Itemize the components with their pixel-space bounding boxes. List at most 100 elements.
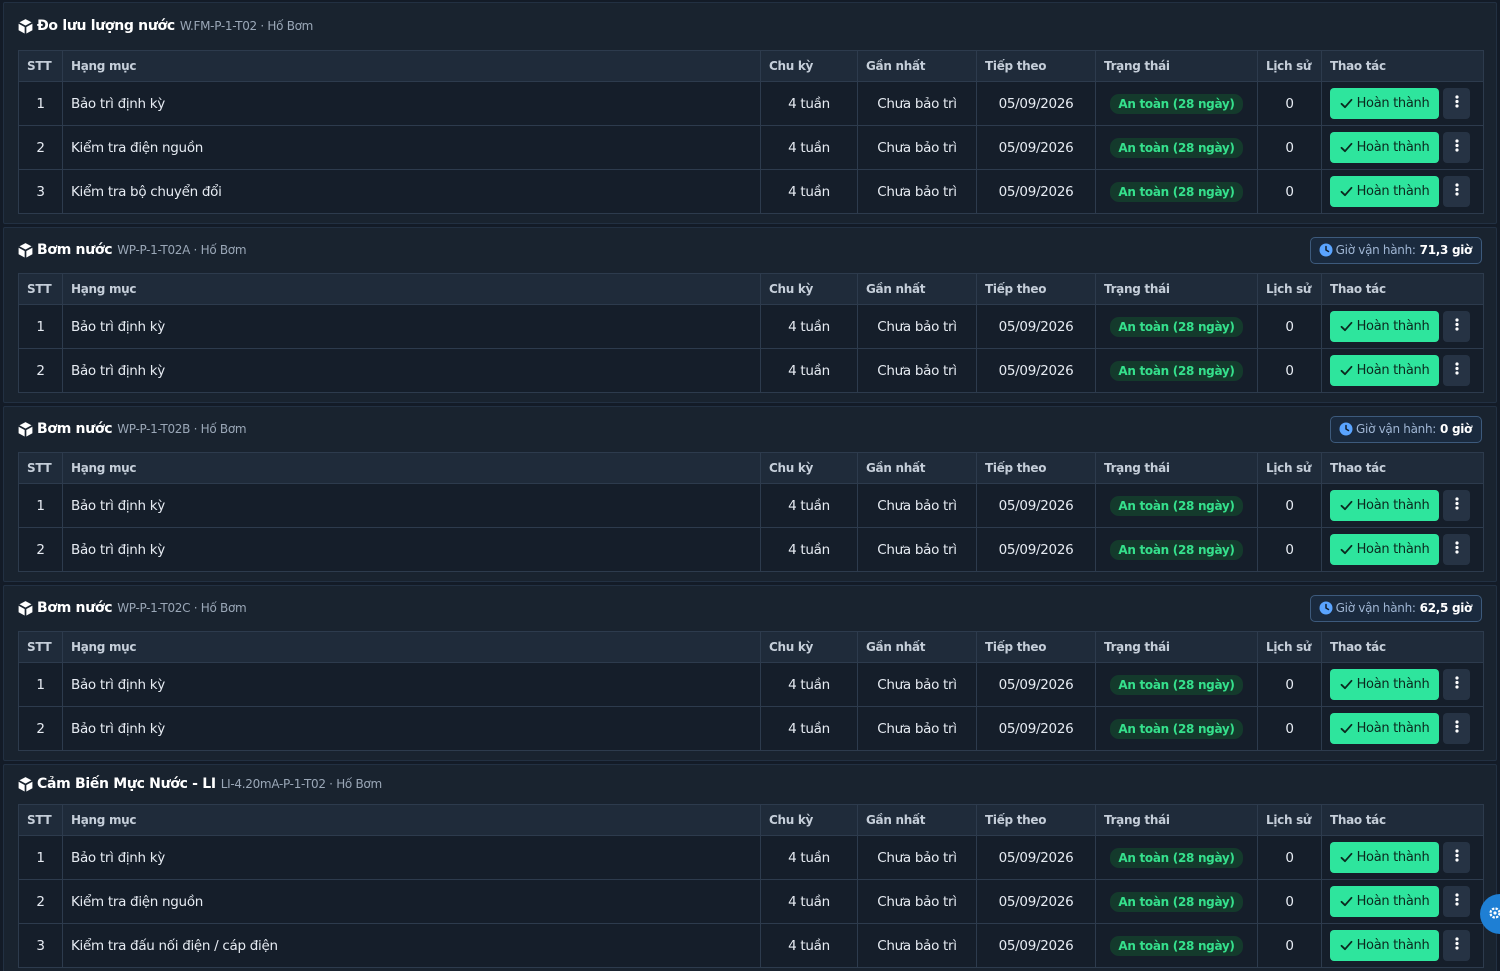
row-actions: Hoàn thành [1321,169,1484,214]
more-options-button[interactable] [1443,311,1470,342]
maintenance-table: STT Hạng mục Chu kỳ Gần nhất Tiếp theo Trạng … [18,273,1484,393]
more-options-button[interactable] [1443,534,1470,565]
col-header-next: Tiếp theo [976,804,1096,836]
section-title: Cảm Biến Mực Nước - LI LI-4.20mA-P-1-T02 … [17,776,382,793]
check-icon [1340,722,1353,735]
more-options-button[interactable] [1443,355,1470,386]
col-header-last: Gần nhất [857,631,977,663]
complete-button[interactable]: Hoàn thành [1330,842,1439,873]
row-next: 05/09/2026 [976,304,1096,349]
col-header-last: Gần nhất [857,50,977,82]
complete-button-label: Hoàn thành [1356,498,1430,513]
more-options-button[interactable] [1443,886,1470,917]
row-status: An toàn (28 ngày) [1095,662,1258,707]
col-header-cycle: Chu kỳ [760,50,858,82]
row-stt: 1 [18,81,63,126]
complete-button-label: Hoàn thành [1356,721,1430,736]
operating-hours-badge: Giờ vận hành: 71,3 giờ [1309,236,1482,264]
row-history: 0 [1257,879,1322,924]
col-header-last: Gần nhất [857,452,977,484]
row-history: 0 [1257,304,1322,349]
row-history: 0 [1257,348,1322,393]
complete-button[interactable]: Hoàn thành [1330,490,1439,521]
row-cycle: 4 tuần [760,879,858,924]
equipment-section: Cảm Biến Mực Nước - LI LI-4.20mA-P-1-T02 … [3,764,1497,971]
complete-button[interactable]: Hoàn thành [1330,176,1439,207]
complete-button[interactable]: Hoàn thành [1330,355,1439,386]
table-row: 3 Kiểm tra bộ chuyển đổi 4 tuần Chưa bảo tr… [18,169,1484,214]
col-header-next: Tiếp theo [976,631,1096,663]
check-icon [1340,895,1353,908]
complete-button-label: Hoàn thành [1356,677,1430,692]
row-action-group: Hoàn thành [1330,355,1475,386]
box-icon [17,18,34,35]
row-cycle: 4 tuần [760,483,858,528]
complete-button[interactable]: Hoàn thành [1330,930,1439,961]
row-actions: Hoàn thành [1321,662,1484,707]
row-action-group: Hoàn thành [1330,132,1475,163]
equipment-section: Bơm nước WP-P-1-T02B · Hố Bơm Giờ vận hành… [3,406,1497,582]
row-history: 0 [1257,835,1322,880]
equipment-name: Bơm nước [37,242,113,258]
maintenance-table: STT Hạng mục Chu kỳ Gần nhất Tiếp theo Trạng … [18,804,1484,968]
complete-button[interactable]: Hoàn thành [1330,669,1439,700]
section-title: Bơm nước WP-P-1-T02C · Hố Bơm [17,600,247,617]
col-header-history: Lịch sử [1257,804,1322,836]
col-header-cycle: Chu kỳ [760,804,858,836]
table-row: 1 Bảo trì định kỳ 4 tuần Chưa bảo trì 05/09/… [18,483,1484,528]
more-options-button[interactable] [1443,88,1470,119]
status-badge: An toàn (28 ngày) [1110,137,1243,158]
row-action-group: Hoàn thành [1330,311,1475,342]
more-options-button[interactable] [1443,842,1470,873]
row-cycle: 4 tuần [760,662,858,707]
col-header-last: Gần nhất [857,273,977,305]
more-options-button[interactable] [1443,713,1470,744]
complete-button[interactable]: Hoàn thành [1330,534,1439,565]
operating-hours-badge: Giờ vận hành: 62,5 giờ [1309,594,1482,622]
complete-button[interactable]: Hoàn thành [1330,886,1439,917]
operating-hours-label: Giờ vận hành: [1335,243,1416,257]
row-action-group: Hoàn thành [1330,490,1475,521]
operating-hours-label: Giờ vận hành: [1335,601,1416,615]
row-stt: 1 [18,483,63,528]
more-vertical-icon [1454,95,1459,112]
row-actions: Hoàn thành [1321,527,1484,572]
more-options-button[interactable] [1443,176,1470,207]
row-item: Bảo trì định kỳ [62,527,761,572]
equipment-code: WP-P-1-T02A · Hố Bơm [117,243,247,257]
complete-button[interactable]: Hoàn thành [1330,132,1439,163]
row-item: Bảo trì định kỳ [62,81,761,126]
row-status: An toàn (28 ngày) [1095,348,1258,393]
complete-button[interactable]: Hoàn thành [1330,88,1439,119]
more-options-button[interactable] [1443,490,1470,521]
clock-icon [1319,601,1333,615]
row-action-group: Hoàn thành [1330,176,1475,207]
equipment-section: Đo lưu lượng nước W.FM-P-1-T02 · Hố Bơm ST… [3,2,1497,224]
complete-button[interactable]: Hoàn thành [1330,311,1439,342]
equipment-code: WP-P-1-T02B · Hố Bơm [117,422,247,436]
more-vertical-icon [1454,497,1459,514]
check-icon [1340,499,1353,512]
row-item: Kiểm tra điện nguồn [62,125,761,170]
row-last: Chưa bảo trì [857,483,977,528]
col-header-cycle: Chu kỳ [760,631,858,663]
equipment-code: WP-P-1-T02C · Hố Bơm [117,601,247,615]
more-options-button[interactable] [1443,669,1470,700]
row-history: 0 [1257,662,1322,707]
section-header: Bơm nước WP-P-1-T02B · Hố Bơm Giờ vận hành… [17,407,1482,451]
row-item: Bảo trì định kỳ [62,304,761,349]
equipment-code: W.FM-P-1-T02 · Hố Bơm [179,19,314,33]
status-badge: An toàn (28 ngày) [1110,539,1243,560]
col-header-actions: Thao tác [1321,631,1484,663]
maintenance-table: STT Hạng mục Chu kỳ Gần nhất Tiếp theo Trạng … [18,50,1484,214]
more-options-button[interactable] [1443,132,1470,163]
complete-button[interactable]: Hoàn thành [1330,713,1439,744]
section-header: Bơm nước WP-P-1-T02C · Hố Bơm Giờ vận hành… [17,586,1482,630]
row-stt: 2 [18,706,63,751]
status-badge: An toàn (28 ngày) [1110,718,1243,739]
more-options-button[interactable] [1443,930,1470,961]
row-next: 05/09/2026 [976,879,1096,924]
row-actions: Hoàn thành [1321,125,1484,170]
col-header-status: Trạng thái [1095,452,1258,484]
col-header-actions: Thao tác [1321,804,1484,836]
